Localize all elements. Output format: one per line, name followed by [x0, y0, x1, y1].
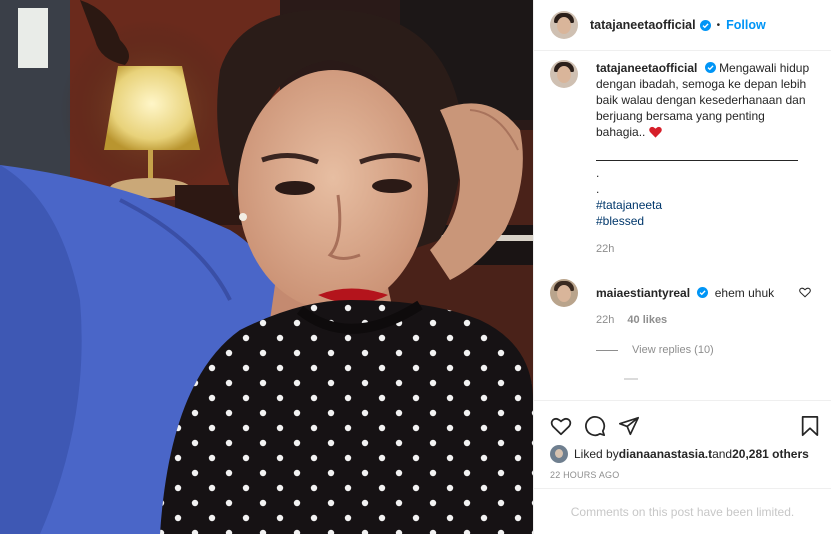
- caption-dot: .: [596, 166, 600, 180]
- hashtag-link[interactable]: #blessed: [596, 213, 810, 229]
- likes-prefix: Liked by: [574, 447, 619, 461]
- comment-text: ehem uhuk: [714, 286, 775, 300]
- avatar[interactable]: [550, 279, 578, 307]
- view-replies-button[interactable]: View replies (10): [596, 344, 821, 356]
- comment-meta: 22h 40 likes: [596, 312, 774, 328]
- comment: maiaestiantyreal ehem uhuk 22h 40 likes: [550, 279, 821, 328]
- verified-icon: [697, 287, 709, 298]
- scroll-hint: [624, 378, 638, 380]
- post-photo[interactable]: [0, 0, 533, 534]
- separator-dot: •: [716, 19, 721, 31]
- avatar[interactable]: [550, 60, 578, 88]
- follow-button[interactable]: Follow: [726, 18, 766, 32]
- comment-username[interactable]: maiaestiantyreal: [596, 286, 690, 300]
- bookmark-icon[interactable]: [799, 415, 821, 437]
- verified-icon: [699, 19, 711, 31]
- divider-line: [596, 160, 798, 161]
- comment-likes[interactable]: 40 likes: [627, 314, 667, 326]
- action-icons: [534, 401, 831, 443]
- post-header: tatajaneetaofficial • Follow: [534, 0, 831, 51]
- caption: tatajaneetaofficial Mengawali hidup deng…: [550, 60, 821, 257]
- post-author-username[interactable]: tatajaneetaofficial: [590, 18, 696, 32]
- view-replies-label: View replies (10): [632, 344, 714, 356]
- post-timestamp[interactable]: 22 HOURS AGO: [534, 470, 831, 480]
- replies-bar: [596, 349, 618, 351]
- avatar[interactable]: [550, 11, 578, 39]
- post-actions: Liked by dianaanastasia.t and 20,281 oth…: [534, 400, 831, 534]
- comments-section[interactable]: tatajaneetaofficial Mengawali hidup deng…: [550, 60, 821, 400]
- likes-summary: Liked by dianaanastasia.t and 20,281 oth…: [534, 445, 831, 463]
- caption-dot: .: [596, 182, 600, 196]
- share-icon[interactable]: [618, 415, 640, 437]
- hashtag-link[interactable]: #tatajaneeta: [596, 197, 810, 213]
- post-side-panel: tatajaneetaofficial • Follow tatajaneeta…: [533, 0, 831, 534]
- likes-and: and: [712, 447, 733, 461]
- heart-icon[interactable]: [550, 415, 572, 437]
- comment-time[interactable]: 22h: [596, 314, 614, 326]
- comment-body: maiaestiantyreal ehem uhuk 22h 40 likes: [596, 279, 774, 328]
- red-heart-emoji-icon: [648, 126, 662, 138]
- comment-like-heart-icon[interactable]: [799, 287, 811, 298]
- verified-icon: [704, 62, 716, 73]
- liker-username[interactable]: dianaanastasia.t: [619, 447, 712, 461]
- comments-limited-notice: Comments on this post have been limited.: [534, 488, 831, 534]
- likes-count[interactable]: 20,281 others: [732, 447, 809, 461]
- caption-username[interactable]: tatajaneetaofficial: [596, 61, 697, 75]
- caption-time[interactable]: 22h: [596, 241, 810, 257]
- caption-body: tatajaneetaofficial Mengawali hidup deng…: [596, 60, 810, 257]
- comment-icon[interactable]: [584, 415, 606, 437]
- liker-avatar[interactable]: [550, 445, 568, 463]
- photo-illustration: [0, 0, 533, 534]
